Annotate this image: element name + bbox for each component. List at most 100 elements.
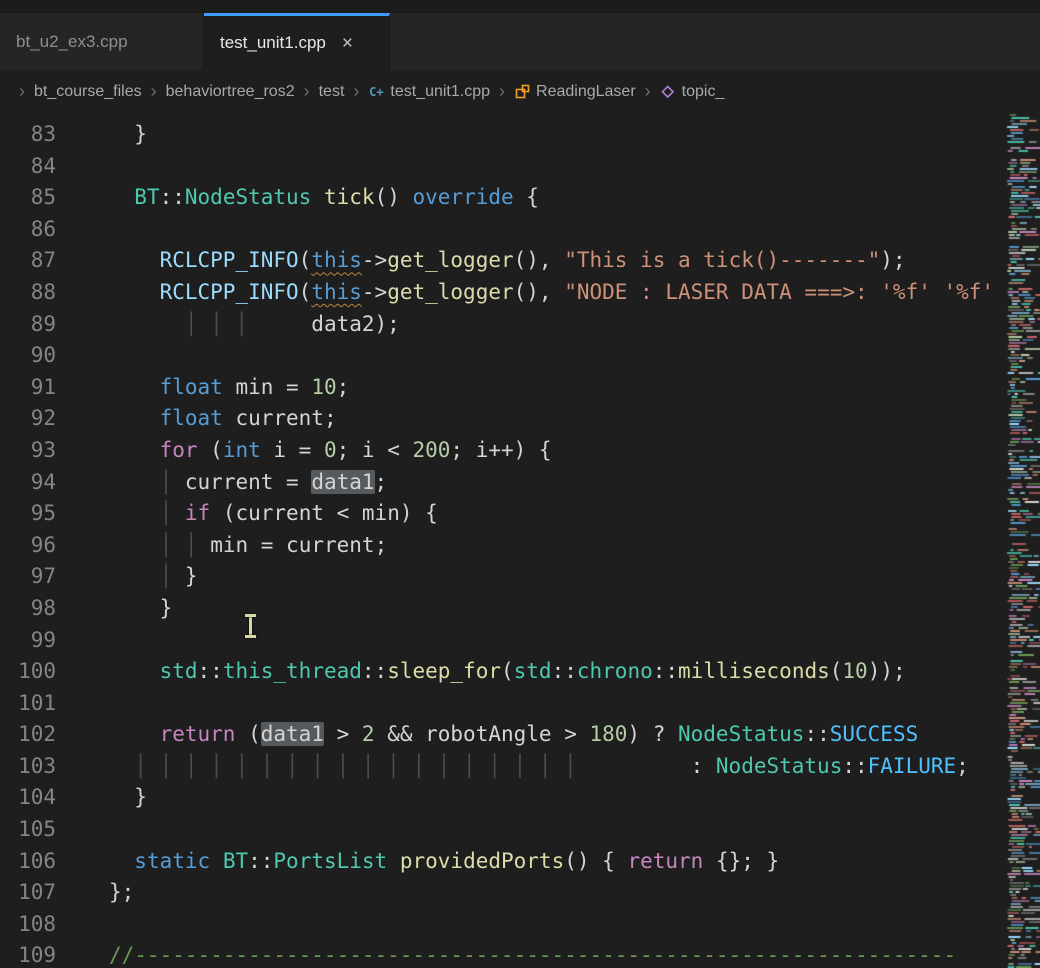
vscode-window: bt_u2_ex3.cpp test_unit1.cpp × › bt_cour… (0, 0, 1040, 968)
code-text[interactable]: return (data1 > 2 && robotAngle > 180) ?… (109, 719, 918, 751)
code-line[interactable]: 87 RCLCPP_INFO(this->get_logger(), "This… (0, 245, 1006, 277)
code-line[interactable]: 89 │ │ │ data2); (0, 309, 1006, 341)
code-text[interactable]: static BT::PortsList providedPorts() { r… (109, 846, 779, 878)
code-text[interactable]: │ current = data1; (109, 467, 387, 499)
code-line[interactable]: 98 } (0, 593, 1006, 625)
breadcrumb-item-behaviortree_ros2[interactable]: behaviortree_ros2 (166, 83, 295, 101)
breadcrumb-item-topic[interactable]: topic_ (660, 83, 725, 101)
code-line[interactable]: 85 BT::NodeStatus tick() override { (0, 182, 1006, 214)
code-line[interactable]: 96 │ │ min = current; (0, 530, 1006, 562)
code-text[interactable]: }; (109, 877, 134, 909)
code-line[interactable]: 106 static BT::PortsList providedPorts()… (0, 846, 1006, 878)
tab-test_unit1[interactable]: test_unit1.cpp × (204, 13, 390, 70)
line-number[interactable]: 95 (0, 498, 56, 530)
tab-bt_u2_ex3[interactable]: bt_u2_ex3.cpp (0, 13, 204, 70)
code-token: get_logger (387, 248, 513, 272)
code-text[interactable]: for (int i = 0; i < 200; i++) { (109, 435, 552, 467)
code-text[interactable]: RCLCPP_INFO(this->get_logger(), "This is… (109, 245, 906, 277)
code-line[interactable]: 103 │ │ │ │ │ │ │ │ │ │ │ │ │ │ │ │ │ │ … (0, 751, 1006, 783)
code-text[interactable]: float current; (109, 403, 337, 435)
code-token (109, 280, 160, 304)
code-line[interactable]: 93 for (int i = 0; i < 200; i++) { (0, 435, 1006, 467)
code-text[interactable]: float min = 10; (109, 372, 349, 404)
line-number[interactable]: 89 (0, 309, 56, 341)
breadcrumb-item-readinglaser[interactable]: ReadingLaser (514, 83, 636, 101)
breadcrumb-item-test_unit1[interactable]: C+ test_unit1.cpp (368, 83, 490, 101)
line-number[interactable]: 108 (0, 909, 56, 941)
line-number[interactable]: 94 (0, 467, 56, 499)
code-token: } (109, 785, 147, 809)
code-line[interactable]: 104 } (0, 782, 1006, 814)
code-line[interactable]: 84 (0, 151, 1006, 183)
code-text[interactable]: std::this_thread::sleep_for(std::chrono:… (109, 656, 906, 688)
code-line[interactable]: 94 │ current = data1; (0, 467, 1006, 499)
code-line[interactable]: 97 │ } (0, 561, 1006, 593)
line-number[interactable]: 98 (0, 593, 56, 625)
line-number[interactable]: 103 (0, 751, 56, 783)
breadcrumb-item-test[interactable]: test (319, 83, 345, 101)
code-token: } (109, 122, 147, 146)
line-number[interactable]: 99 (0, 625, 56, 657)
code-token: () (375, 185, 413, 209)
code-token: :: (198, 659, 223, 683)
code-line[interactable]: 100 std::this_thread::sleep_for(std::chr… (0, 656, 1006, 688)
code-text[interactable]: │ │ │ data2); (109, 309, 400, 341)
line-number[interactable]: 88 (0, 277, 56, 309)
code-line[interactable]: 83 } (0, 119, 1006, 151)
line-number[interactable]: 83 (0, 119, 56, 151)
editor[interactable]: 83 }8485 BT::NodeStatus tick() override … (0, 113, 1040, 968)
code-text[interactable]: │ │ min = current; (109, 530, 387, 562)
code-line[interactable]: 101 (0, 688, 1006, 720)
code-text[interactable]: RCLCPP_INFO(this->get_logger(), "NODE : … (109, 277, 994, 309)
code-token: data2); (311, 312, 400, 336)
line-number[interactable]: 107 (0, 877, 56, 909)
code-text[interactable]: } (109, 119, 147, 151)
breadcrumb-item-bt_course_files[interactable]: bt_course_files (34, 83, 142, 101)
line-number[interactable]: 87 (0, 245, 56, 277)
code-token: ( (235, 722, 260, 746)
line-number[interactable]: 101 (0, 688, 56, 720)
code-line[interactable]: 108 (0, 909, 1006, 941)
line-number[interactable]: 105 (0, 814, 56, 846)
code-line[interactable]: 92 float current; (0, 403, 1006, 435)
line-number[interactable]: 91 (0, 372, 56, 404)
code-line[interactable]: 86 (0, 214, 1006, 246)
code-text[interactable]: │ │ │ │ │ │ │ │ │ │ │ │ │ │ │ │ │ │ : No… (109, 751, 969, 783)
line-number[interactable]: 90 (0, 340, 56, 372)
line-number[interactable]: 92 (0, 403, 56, 435)
code-text[interactable]: │ } (109, 561, 198, 593)
line-number[interactable]: 86 (0, 214, 56, 246)
code-line[interactable]: 107}; (0, 877, 1006, 909)
close-icon[interactable]: × (342, 34, 353, 53)
line-number[interactable]: 97 (0, 561, 56, 593)
line-number[interactable]: 84 (0, 151, 56, 183)
line-number[interactable]: 85 (0, 182, 56, 214)
code-token (109, 406, 160, 430)
code-text[interactable]: } (109, 593, 172, 625)
code-token: (), (514, 280, 565, 304)
line-number[interactable]: 106 (0, 846, 56, 878)
line-number[interactable]: 109 (0, 940, 56, 968)
code-token: float (160, 375, 223, 399)
line-number[interactable]: 93 (0, 435, 56, 467)
code-token: data1 (261, 722, 324, 746)
code-line[interactable]: 109 //-----------------------------------… (0, 940, 1006, 968)
code-line[interactable]: 95 │ if (current < min) { (0, 498, 1006, 530)
code-line[interactable]: 88 RCLCPP_INFO(this->get_logger(), "NODE… (0, 277, 1006, 309)
code-token: providedPorts (400, 849, 564, 873)
line-number[interactable]: 104 (0, 782, 56, 814)
minimap[interactable] (1006, 113, 1040, 968)
code-area[interactable]: 83 }8485 BT::NodeStatus tick() override … (0, 113, 1006, 968)
code-text[interactable]: BT::NodeStatus tick() override { (109, 182, 539, 214)
code-line[interactable]: 99 (0, 625, 1006, 657)
code-text[interactable]: //--------------------------------------… (109, 940, 956, 968)
code-line[interactable]: 102 return (data1 > 2 && robotAngle > 18… (0, 719, 1006, 751)
line-number[interactable]: 96 (0, 530, 56, 562)
code-text[interactable]: │ if (current < min) { (109, 498, 438, 530)
code-line[interactable]: 91 float min = 10; (0, 372, 1006, 404)
code-text[interactable]: } (109, 782, 147, 814)
line-number[interactable]: 100 (0, 656, 56, 688)
line-number[interactable]: 102 (0, 719, 56, 751)
code-line[interactable]: 105 (0, 814, 1006, 846)
code-line[interactable]: 90 (0, 340, 1006, 372)
